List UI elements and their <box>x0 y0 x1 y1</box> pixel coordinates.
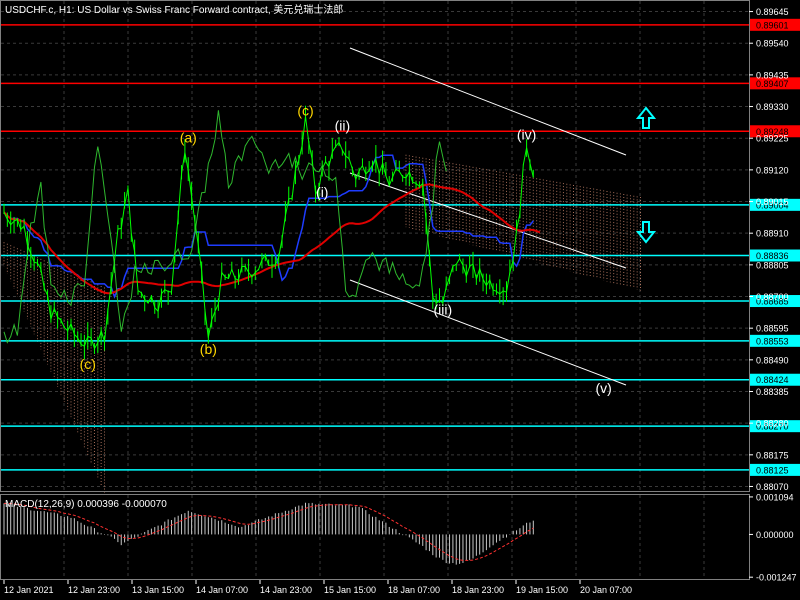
time-tick-label: 12 Jan 23:00 <box>68 585 120 595</box>
wave-label: (c) <box>297 103 313 119</box>
time-tick-label: 14 Jan 23:00 <box>260 585 312 595</box>
time-tick-label: 15 Jan 15:00 <box>324 585 376 595</box>
time-tick-label: 12 Jan 2021 <box>4 585 54 595</box>
red-level-label: 0.89601 <box>756 20 789 30</box>
time-tick-label: 19 Jan 15:00 <box>516 585 568 595</box>
price-tick-label: 0.88280 <box>756 419 789 429</box>
wave-label: (iii) <box>434 302 453 318</box>
price-tick-label: 0.88175 <box>756 450 789 460</box>
cyan-level-label: 0.88424 <box>756 375 789 385</box>
price-tick-label: 0.88070 <box>756 482 789 492</box>
price-tick-label: 0.89015 <box>756 197 789 207</box>
macd-tick-label: -0.001247 <box>756 573 797 583</box>
price-tick-label: 0.88385 <box>756 387 789 397</box>
macd-tick-label: 0.001094 <box>756 492 794 502</box>
price-tick-label: 0.89120 <box>756 165 789 175</box>
macd-title: MACD(12,26,9) 0.000396 -0.000070 <box>5 499 167 510</box>
wave-label: (v) <box>595 380 611 396</box>
price-tick-label: 0.88700 <box>756 292 789 302</box>
wave-label: (iv) <box>517 127 536 143</box>
wave-label: (a) <box>180 130 197 146</box>
price-tick-label: 0.88910 <box>756 229 789 239</box>
wave-label: (ii) <box>335 118 351 134</box>
price-tick-label: 0.89330 <box>756 102 789 112</box>
wave-label: (b) <box>200 341 217 357</box>
cyan-level-label: 0.88125 <box>756 465 789 475</box>
price-tick-label: 0.89540 <box>756 39 789 49</box>
price-chart[interactable]: 0.896010.894070.892480.890040.888360.886… <box>0 0 800 600</box>
price-tick-label: 0.88805 <box>756 260 789 270</box>
wave-label: (i) <box>316 184 328 200</box>
cyan-level-label: 0.88553 <box>756 336 789 346</box>
time-tick-label: 18 Jan 07:00 <box>388 585 440 595</box>
macd-tick-label: 0.000000 <box>756 530 794 540</box>
time-tick-label: 14 Jan 07:00 <box>196 585 248 595</box>
time-tick-label: 13 Jan 15:00 <box>132 585 184 595</box>
chart-background <box>0 0 800 600</box>
wave-label: (c) <box>80 356 96 372</box>
time-tick-label: 20 Jan 07:00 <box>580 585 632 595</box>
price-tick-label: 0.89645 <box>756 7 789 17</box>
price-tick-label: 0.88490 <box>756 355 789 365</box>
chart-title: USDCHF.c, H1: US Dollar vs Swiss Franc F… <box>5 3 343 16</box>
time-tick-label: 18 Jan 23:00 <box>452 585 504 595</box>
price-tick-label: 0.88595 <box>756 324 789 334</box>
price-tick-label: 0.89435 <box>756 70 789 80</box>
price-tick-label: 0.89225 <box>756 134 789 144</box>
